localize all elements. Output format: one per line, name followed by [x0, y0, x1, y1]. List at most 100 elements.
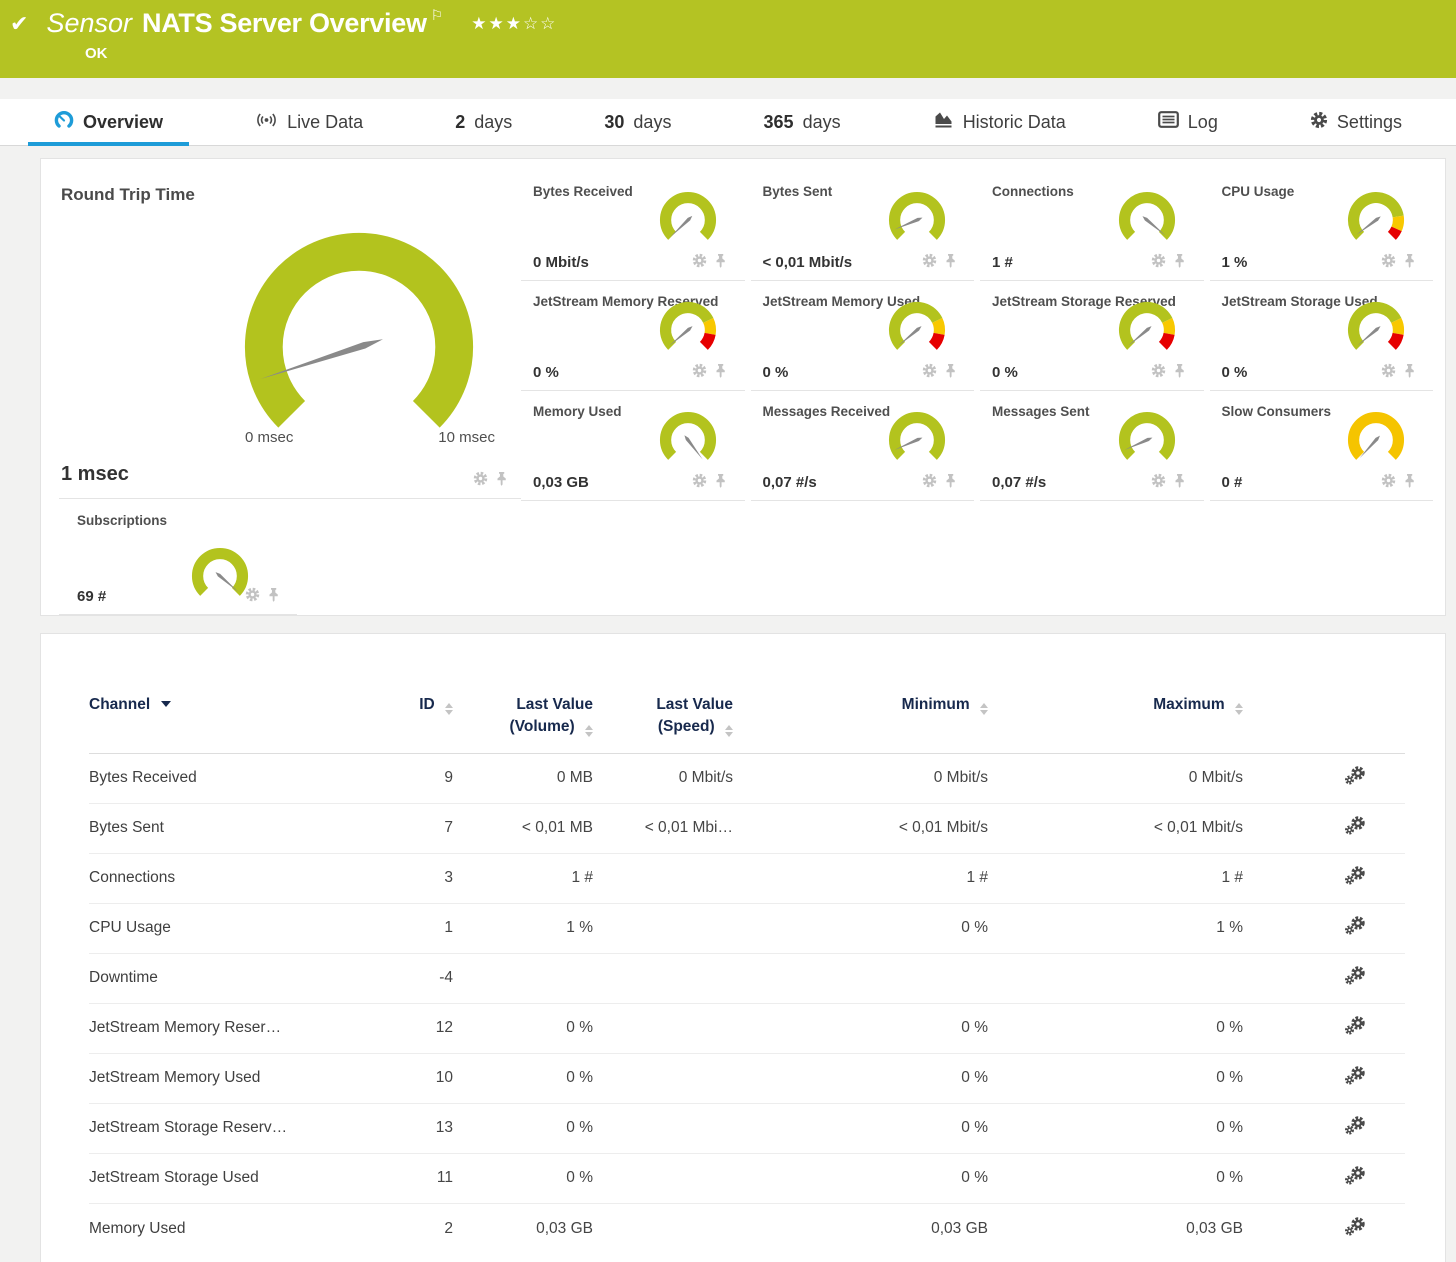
- tab-2-days[interactable]: 2days: [429, 99, 538, 145]
- gear-icon[interactable]: [1151, 473, 1166, 493]
- gear-icon[interactable]: [1381, 473, 1396, 493]
- gear-icon[interactable]: [473, 471, 488, 491]
- pin-icon[interactable]: [715, 363, 726, 383]
- sort-desc-icon[interactable]: [161, 701, 171, 707]
- cell-channel[interactable]: Bytes Received: [89, 769, 389, 787]
- gear-icon[interactable]: [692, 473, 707, 493]
- tab-label: days: [633, 112, 671, 133]
- gear-icon[interactable]: [692, 363, 707, 383]
- live-data-icon: [255, 110, 278, 134]
- gear-icon[interactable]: [922, 363, 937, 383]
- status-badge: OK: [85, 45, 1442, 62]
- pin-icon[interactable]: [1174, 363, 1185, 383]
- gauge-tile-actions: [1151, 473, 1185, 493]
- cell-channel[interactable]: CPU Usage: [89, 919, 389, 937]
- cell-channel[interactable]: Connections: [89, 869, 389, 887]
- gear-icon[interactable]: [1381, 363, 1396, 383]
- gauge-tile-actions: [1151, 363, 1185, 383]
- column-header-channel[interactable]: Channel: [89, 694, 389, 716]
- pin-icon[interactable]: [268, 587, 279, 607]
- gauge-tile-cpu-usage: CPU Usage1 %: [1210, 171, 1434, 281]
- channel-settings-gears-icon[interactable]: [1249, 1015, 1405, 1041]
- gear-icon[interactable]: [692, 253, 707, 273]
- cell-id: 9: [389, 769, 459, 787]
- tab-30-days[interactable]: 30 days: [578, 99, 697, 145]
- gear-icon[interactable]: [245, 587, 260, 607]
- pin-icon[interactable]: [715, 473, 726, 493]
- channel-settings-gears-icon[interactable]: [1249, 1165, 1405, 1191]
- pin-icon[interactable]: [1404, 473, 1415, 493]
- sort-arrows-icon[interactable]: [445, 703, 453, 715]
- channel-settings-gears-icon[interactable]: [1249, 915, 1405, 941]
- cell-channel[interactable]: JetStream Memory Used: [89, 1069, 389, 1087]
- cell-maximum: 0 Mbit/s: [994, 769, 1249, 787]
- tab-live-data[interactable]: Live Data: [229, 99, 389, 145]
- channel-settings-gears-icon[interactable]: [1249, 965, 1405, 991]
- tab-overview[interactable]: Overview: [28, 99, 189, 145]
- sort-arrows-icon[interactable]: [980, 703, 988, 715]
- sort-arrows-icon[interactable]: [725, 725, 733, 737]
- cell-id: 13: [389, 1119, 459, 1137]
- tab-label: Log: [1188, 112, 1218, 133]
- gauge-value: 1 %: [1222, 254, 1248, 271]
- column-header-min[interactable]: Minimum: [739, 694, 994, 716]
- gauge-tile-subscriptions: Subscriptions 69 #: [59, 499, 297, 615]
- pin-icon[interactable]: [945, 473, 956, 493]
- tab-log[interactable]: Log: [1132, 99, 1244, 145]
- pin-icon[interactable]: [1404, 253, 1415, 273]
- tab-historic-data[interactable]: Historic Data: [907, 99, 1092, 145]
- gear-icon[interactable]: [922, 473, 937, 493]
- channel-settings-gears-icon[interactable]: [1249, 1216, 1405, 1242]
- table-row: Downtime-4: [89, 954, 1405, 1004]
- cell-channel[interactable]: Memory Used: [89, 1220, 389, 1238]
- pin-icon[interactable]: [715, 253, 726, 273]
- channel-settings-gears-icon[interactable]: [1249, 1115, 1405, 1141]
- cell-id: 11: [389, 1169, 459, 1187]
- channel-settings-gears-icon[interactable]: [1249, 765, 1405, 791]
- priority-stars[interactable]: ★★★☆☆: [471, 14, 557, 34]
- cell-maximum: 1 #: [994, 869, 1249, 887]
- gauge-value: 1 msec: [61, 463, 129, 486]
- channel-settings-gears-icon[interactable]: [1249, 1065, 1405, 1091]
- cell-last-value-volume: < 0,01 MB: [459, 819, 599, 837]
- cell-channel[interactable]: Bytes Sent: [89, 819, 389, 837]
- column-header-id[interactable]: ID: [389, 694, 459, 716]
- tab-365-days[interactable]: 365days: [738, 99, 867, 145]
- cell-id: 1: [389, 919, 459, 937]
- log-icon: [1158, 111, 1179, 133]
- tab-label: days: [474, 112, 512, 133]
- pin-icon[interactable]: [1174, 253, 1185, 273]
- gear-icon[interactable]: [1151, 363, 1166, 383]
- channel-settings-gears-icon[interactable]: [1249, 865, 1405, 891]
- pin-icon[interactable]: [1404, 363, 1415, 383]
- cell-channel[interactable]: JetStream Storage Reserv…: [89, 1119, 389, 1137]
- cell-channel[interactable]: JetStream Storage Used: [89, 1169, 389, 1187]
- cell-channel[interactable]: Downtime: [89, 969, 389, 987]
- cell-channel[interactable]: JetStream Memory Reser…: [89, 1019, 389, 1037]
- main-content: Round Trip Time 0 msec 10 msec 1 msec Su…: [0, 158, 1456, 1262]
- gauge-value: 0,07 #/s: [763, 474, 817, 491]
- gauge-value: 69 #: [77, 588, 106, 605]
- gauge-tile-messages-received: Messages Received0,07 #/s: [751, 391, 975, 501]
- tab-settings[interactable]: Settings: [1284, 99, 1428, 145]
- gear-icon[interactable]: [1151, 253, 1166, 273]
- column-header-max[interactable]: Maximum: [994, 694, 1249, 716]
- pin-icon[interactable]: [945, 253, 956, 273]
- pin-icon[interactable]: [496, 471, 507, 491]
- channel-settings-gears-icon[interactable]: [1249, 815, 1405, 841]
- gauge-value: 0,07 #/s: [992, 474, 1046, 491]
- priority-flag-icon[interactable]: ⚐: [431, 8, 444, 24]
- column-header-speed[interactable]: Last Value(Speed): [599, 694, 739, 739]
- sort-arrows-icon[interactable]: [1235, 703, 1243, 715]
- sort-arrows-icon[interactable]: [585, 725, 593, 737]
- tab-range-number: 30: [604, 112, 624, 133]
- gear-icon[interactable]: [1381, 253, 1396, 273]
- pin-icon[interactable]: [945, 363, 956, 383]
- gauge-tile-jetstream-storage-used: JetStream Storage Used0 %: [1210, 281, 1434, 391]
- cell-last-value-volume: 0 MB: [459, 769, 599, 787]
- pin-icon[interactable]: [1174, 473, 1185, 493]
- gauge-value: 0 Mbit/s: [533, 254, 589, 271]
- gauge-tile-actions: [692, 363, 726, 383]
- column-header-volume[interactable]: Last Value(Volume): [459, 694, 599, 739]
- gear-icon[interactable]: [922, 253, 937, 273]
